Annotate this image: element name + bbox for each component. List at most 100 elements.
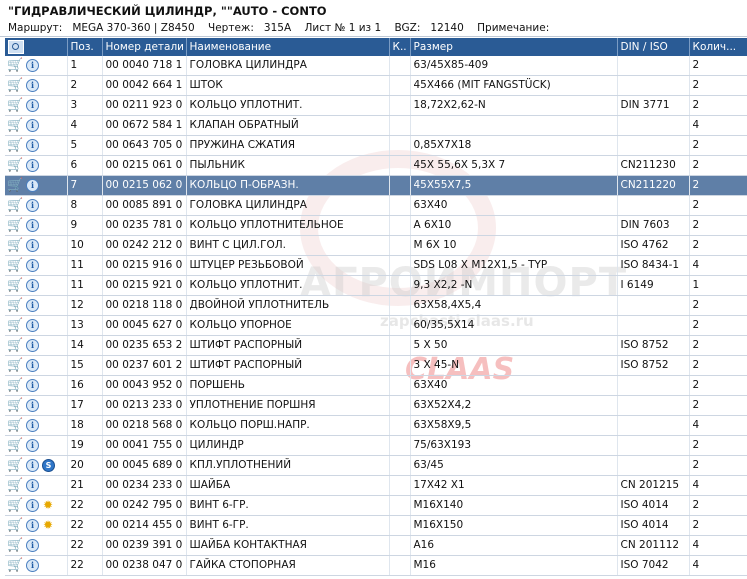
column-header-k[interactable]: К..	[389, 38, 411, 56]
cart-icon[interactable]: 🛒	[7, 419, 23, 432]
cart-icon[interactable]: 🛒	[7, 159, 23, 172]
info-icon[interactable]: i	[26, 238, 39, 252]
row-din-iso	[617, 455, 690, 476]
search-icon[interactable]	[8, 40, 24, 54]
info-icon[interactable]: i	[26, 478, 39, 492]
table-row[interactable]: 🛒 i S 20 00 0045 689 0 КПЛ.УПЛОТНЕНИЙ 63/45 2	[5, 455, 747, 476]
table-row[interactable]: 🛒 i ✹ 22 00 0214 455 0 ВИНТ 6-ГР. M16X150 ISO 4…	[5, 515, 747, 536]
info-icon[interactable]: i	[26, 358, 39, 372]
cart-icon[interactable]: 🛒	[7, 139, 23, 152]
cart-icon[interactable]: 🛒	[7, 479, 23, 492]
row-size: M16X140	[410, 495, 618, 516]
row-actions: 🛒 i	[5, 255, 68, 276]
info-icon[interactable]: i	[26, 438, 39, 452]
cart-icon[interactable]: 🛒	[7, 239, 23, 252]
cart-icon[interactable]: 🛒	[7, 439, 23, 452]
table-row[interactable]: 🛒 i 1 00 0040 718 1 ГОЛОВКА ЦИЛИНДРА 63/45X85…	[5, 56, 747, 76]
cart-icon[interactable]: 🛒	[7, 539, 23, 552]
cart-icon[interactable]: 🛒	[7, 559, 23, 572]
cart-icon[interactable]: 🛒	[7, 359, 23, 372]
table-row[interactable]: 🛒 i 19 00 0041 755 0 ЦИЛИНДР 75/63X193 2	[5, 435, 747, 456]
table-row[interactable]: 🛒 i 21 00 0234 233 0 ШАЙБА 17X42 X1 CN 201215 4	[5, 475, 747, 496]
info-icon[interactable]: i	[26, 118, 39, 132]
row-pos: 3	[67, 95, 103, 116]
column-header-pos[interactable]: Поз.	[67, 38, 103, 56]
cart-icon[interactable]: 🛒	[7, 339, 23, 352]
info-icon[interactable]: i	[26, 158, 39, 172]
table-row[interactable]: 🛒 i 9 00 0235 781 0 КОЛЬЦО УПЛОТНИТЕЛЬНОЕ A 6…	[5, 215, 747, 236]
row-din-iso	[617, 195, 690, 216]
table-row[interactable]: 🛒 i 18 00 0218 568 0 КОЛЬЦО ПОРШ.НАПР. 63X58X…	[5, 415, 747, 436]
info-icon[interactable]: i	[26, 78, 39, 92]
info-icon[interactable]: i	[26, 318, 39, 332]
info-icon[interactable]: i	[26, 298, 39, 312]
info-icon[interactable]: i	[26, 558, 39, 572]
table-row[interactable]: 🛒 i 11 00 0215 921 0 КОЛЬЦО УПЛОТНИТ. 9,3 X2,…	[5, 275, 747, 296]
sparkle-icon[interactable]: ✹	[42, 519, 54, 531]
cart-icon[interactable]: 🛒	[7, 99, 23, 112]
info-icon[interactable]: i	[26, 538, 39, 552]
table-row[interactable]: 🛒 i 4 00 0672 584 1 КЛАПАН ОБРАТНЫЙ 4	[5, 115, 747, 136]
table-row[interactable]: 🛒 i 5 00 0643 705 0 ПРУЖИНА СЖАТИЯ 0,85X7X18 2	[5, 135, 747, 156]
info-icon[interactable]: i	[26, 178, 39, 192]
info-icon[interactable]: i	[26, 138, 39, 152]
info-icon[interactable]: i	[26, 498, 39, 512]
info-icon[interactable]: i	[26, 278, 39, 292]
cart-icon[interactable]: 🛒	[7, 499, 23, 512]
row-din-iso: ISO 4762	[617, 235, 690, 256]
row-pos: 2	[67, 75, 103, 96]
cart-icon[interactable]: 🛒	[7, 459, 23, 472]
table-row[interactable]: 🛒 i 11 00 0215 916 0 ШТУЦЕР РЕЗЬБОВОЙ SDS L08…	[5, 255, 747, 276]
column-header-actions[interactable]	[5, 38, 68, 56]
column-header-qty[interactable]: Колич...	[689, 38, 747, 56]
info-icon[interactable]: i	[26, 58, 39, 72]
cart-icon[interactable]: 🛒	[7, 119, 23, 132]
set-badge-icon[interactable]: S	[42, 458, 55, 472]
table-row[interactable]: 🛒 i 2 00 0042 664 1 ШТОК 45X466 (MIT FANGSTÜC…	[5, 75, 747, 96]
table-row[interactable]: 🛒 i 17 00 0213 233 0 УПЛОТНЕНИЕ ПОРШНЯ 63X52X…	[5, 395, 747, 416]
info-icon[interactable]: i	[26, 418, 39, 432]
cart-icon[interactable]: 🛒	[7, 79, 23, 92]
table-row[interactable]: 🛒 i 13 00 0045 627 0 КОЛЬЦО УПОРНОЕ 60/35,5X1…	[5, 315, 747, 336]
table-row[interactable]: 🛒 i 12 00 0218 118 0 ДВОЙНОЙ УПЛОТНИТЕЛЬ 63X5…	[5, 295, 747, 316]
column-header-name[interactable]: Наименование	[186, 38, 390, 56]
cart-icon[interactable]: 🛒	[7, 399, 23, 412]
column-header-part-number[interactable]: Номер детали	[102, 38, 187, 56]
table-row[interactable]: 🛒 i ✹ 22 00 0242 795 0 ВИНТ 6-ГР. M16X140 ISO 4…	[5, 495, 747, 516]
column-header-din-iso[interactable]: DIN / ISO	[617, 38, 690, 56]
info-icon[interactable]: i	[26, 378, 39, 392]
table-row[interactable]: 🛒 i 10 00 0242 212 0 ВИНТ С ЦИЛ.ГОЛ. M 6X 10 I…	[5, 235, 747, 256]
row-size: 9,3 X2,2 -N	[410, 275, 618, 296]
table-row[interactable]: 🛒 i 22 00 0239 391 0 ШАЙБА КОНТАКТНАЯ A16 CN 2…	[5, 535, 747, 556]
info-icon[interactable]: i	[26, 258, 39, 272]
cart-icon[interactable]: 🛒	[7, 319, 23, 332]
info-icon[interactable]: i	[26, 398, 39, 412]
table-row[interactable]: 🛒 i 7 00 0215 062 0 КОЛЬЦО П-ОБРАЗН. 45X55X7,…	[5, 175, 747, 196]
cart-icon[interactable]: 🛒	[7, 279, 23, 292]
row-qty: 2	[689, 75, 747, 96]
table-row[interactable]: 🛒 i 6 00 0215 061 0 ПЫЛЬНИК 45X 55,6X 5,3X 7C…	[5, 155, 747, 176]
table-row[interactable]: 🛒 i 22 00 0238 047 0 ГАЙКА СТОПОРНАЯ M16 ISO 7…	[5, 555, 747, 576]
table-row[interactable]: 🛒 i 16 00 0043 952 0 ПОРШЕНЬ 63X40 2	[5, 375, 747, 396]
info-icon[interactable]: i	[26, 198, 39, 212]
cart-icon[interactable]: 🛒	[7, 519, 23, 532]
info-icon[interactable]: i	[26, 218, 39, 232]
info-icon[interactable]: i	[26, 518, 39, 532]
info-icon[interactable]: i	[26, 98, 39, 112]
cart-icon[interactable]: 🛒	[7, 299, 23, 312]
table-row[interactable]: 🛒 i 15 00 0237 601 2 ШТИФТ РАСПОРНЫЙ 3 X 45-N…	[5, 355, 747, 376]
cart-icon[interactable]: 🛒	[7, 59, 23, 72]
cart-icon[interactable]: 🛒	[7, 219, 23, 232]
cart-icon[interactable]: 🛒	[7, 179, 23, 192]
sparkle-icon[interactable]: ✹	[42, 499, 54, 511]
row-part-number: 00 0215 061 0	[102, 155, 187, 176]
table-row[interactable]: 🛒 i 8 00 0085 891 0 ГОЛОВКА ЦИЛИНДРА 63X40 2	[5, 195, 747, 216]
info-icon[interactable]: i	[26, 458, 39, 472]
cart-icon[interactable]: 🛒	[7, 259, 23, 272]
column-header-size[interactable]: Размер	[410, 38, 618, 56]
table-row[interactable]: 🛒 i 14 00 0235 653 2 ШТИФТ РАСПОРНЫЙ 5 X 50 IS…	[5, 335, 747, 356]
cart-icon[interactable]: 🛒	[7, 199, 23, 212]
cart-icon[interactable]: 🛒	[7, 379, 23, 392]
table-row[interactable]: 🛒 i 3 00 0211 923 0 КОЛЬЦО УПЛОТНИТ. 18,72X2,…	[5, 95, 747, 116]
info-icon[interactable]: i	[26, 338, 39, 352]
